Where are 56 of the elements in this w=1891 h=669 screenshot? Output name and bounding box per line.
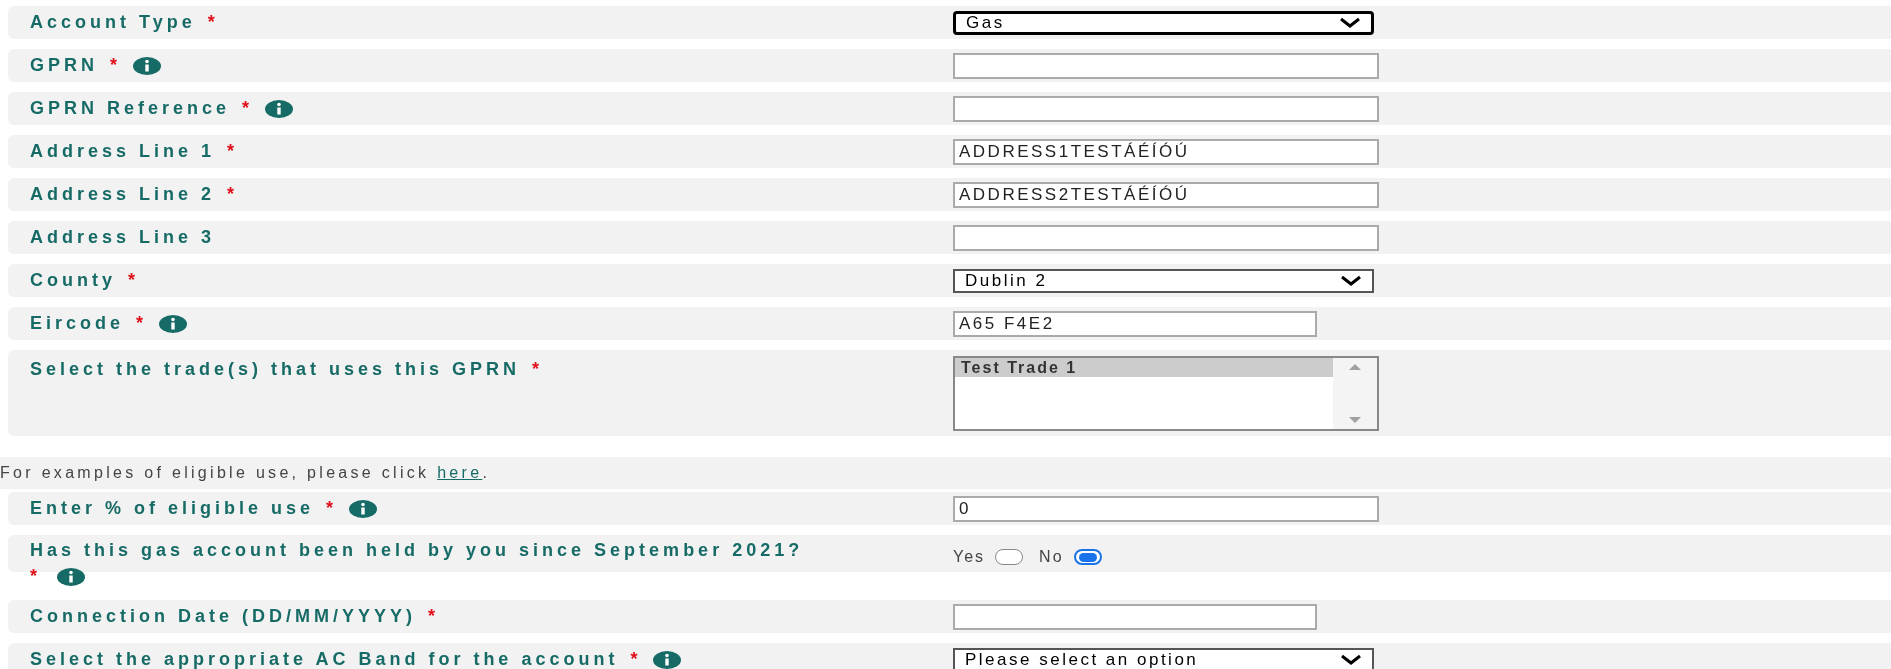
chevron-down-icon xyxy=(1340,274,1362,287)
radio-label: No xyxy=(1039,547,1064,567)
required-marker: * xyxy=(242,97,254,120)
text-field[interactable] xyxy=(953,603,1317,630)
field-label: GPRN Reference xyxy=(30,97,231,120)
chevron-down-icon xyxy=(1340,653,1362,666)
field-label: Address Line 3 xyxy=(30,226,216,249)
info-icon[interactable] xyxy=(57,567,85,586)
text-field[interactable]: ADDRESS2TESTÁÉÍÓÚ xyxy=(953,181,1379,208)
help-link[interactable]: here xyxy=(437,464,483,481)
field-label: Enter % of eligible use xyxy=(30,497,315,520)
text-field[interactable]: 0 xyxy=(953,495,1379,522)
field-label: Has this gas account been held by you since September 2021? xyxy=(30,539,805,561)
text-field[interactable]: ADDRESS1TESTÁÉÍÓÚ xyxy=(953,138,1379,165)
text-field[interactable] xyxy=(953,52,1379,79)
required-marker: * xyxy=(532,358,544,381)
info-icon[interactable] xyxy=(265,99,294,118)
radio-button[interactable] xyxy=(1073,549,1102,565)
required-marker: * xyxy=(128,269,139,292)
scroll-up-icon[interactable] xyxy=(1349,364,1361,370)
field-label: Address Line 2 xyxy=(30,183,216,206)
required-marker: * xyxy=(30,565,41,588)
field-label: GPRN xyxy=(30,54,98,77)
field-label: Connection Date (DD/MM/YYYY) xyxy=(30,605,416,628)
required-marker: * xyxy=(428,605,440,628)
listbox-field[interactable]: Test Trade 1 xyxy=(953,356,1379,431)
required-marker: * xyxy=(227,140,239,163)
text-field[interactable] xyxy=(953,224,1379,251)
dropdown-field[interactable]: Gas xyxy=(953,10,1374,35)
info-icon[interactable] xyxy=(653,650,682,669)
chevron-down-icon xyxy=(1339,16,1361,29)
text-field[interactable] xyxy=(953,95,1379,122)
info-icon[interactable] xyxy=(349,499,378,518)
dropdown-field[interactable]: Please select an option xyxy=(953,647,1374,669)
scrollbar[interactable] xyxy=(1333,358,1377,429)
field-label: Select the trade(s) that uses this GPRN xyxy=(30,358,521,381)
field-label: Eircode xyxy=(30,312,125,335)
required-marker: * xyxy=(227,183,239,206)
field-label: Account Type xyxy=(30,11,196,34)
required-marker: * xyxy=(110,54,122,77)
text-field[interactable]: A65 F4E2 xyxy=(953,310,1317,337)
info-icon[interactable] xyxy=(159,314,188,333)
scroll-down-icon[interactable] xyxy=(1349,417,1361,423)
required-marker: * xyxy=(136,312,148,335)
radio-label: Yes xyxy=(953,547,986,567)
dropdown-field[interactable]: Dublin 2 xyxy=(953,268,1374,293)
required-marker: * xyxy=(326,497,338,520)
required-marker: * xyxy=(207,11,219,34)
field-label: County xyxy=(30,269,116,292)
field-label: Address Line 1 xyxy=(30,140,216,163)
radio-button[interactable] xyxy=(995,549,1024,565)
info-icon[interactable] xyxy=(133,56,162,75)
field-label: Select the appropriate AC Band for the account xyxy=(30,648,619,669)
required-marker: * xyxy=(630,648,642,669)
help-text: For examples of eligible use, please click here. xyxy=(0,463,491,483)
list-option[interactable]: Test Trade 1 xyxy=(955,358,1333,377)
